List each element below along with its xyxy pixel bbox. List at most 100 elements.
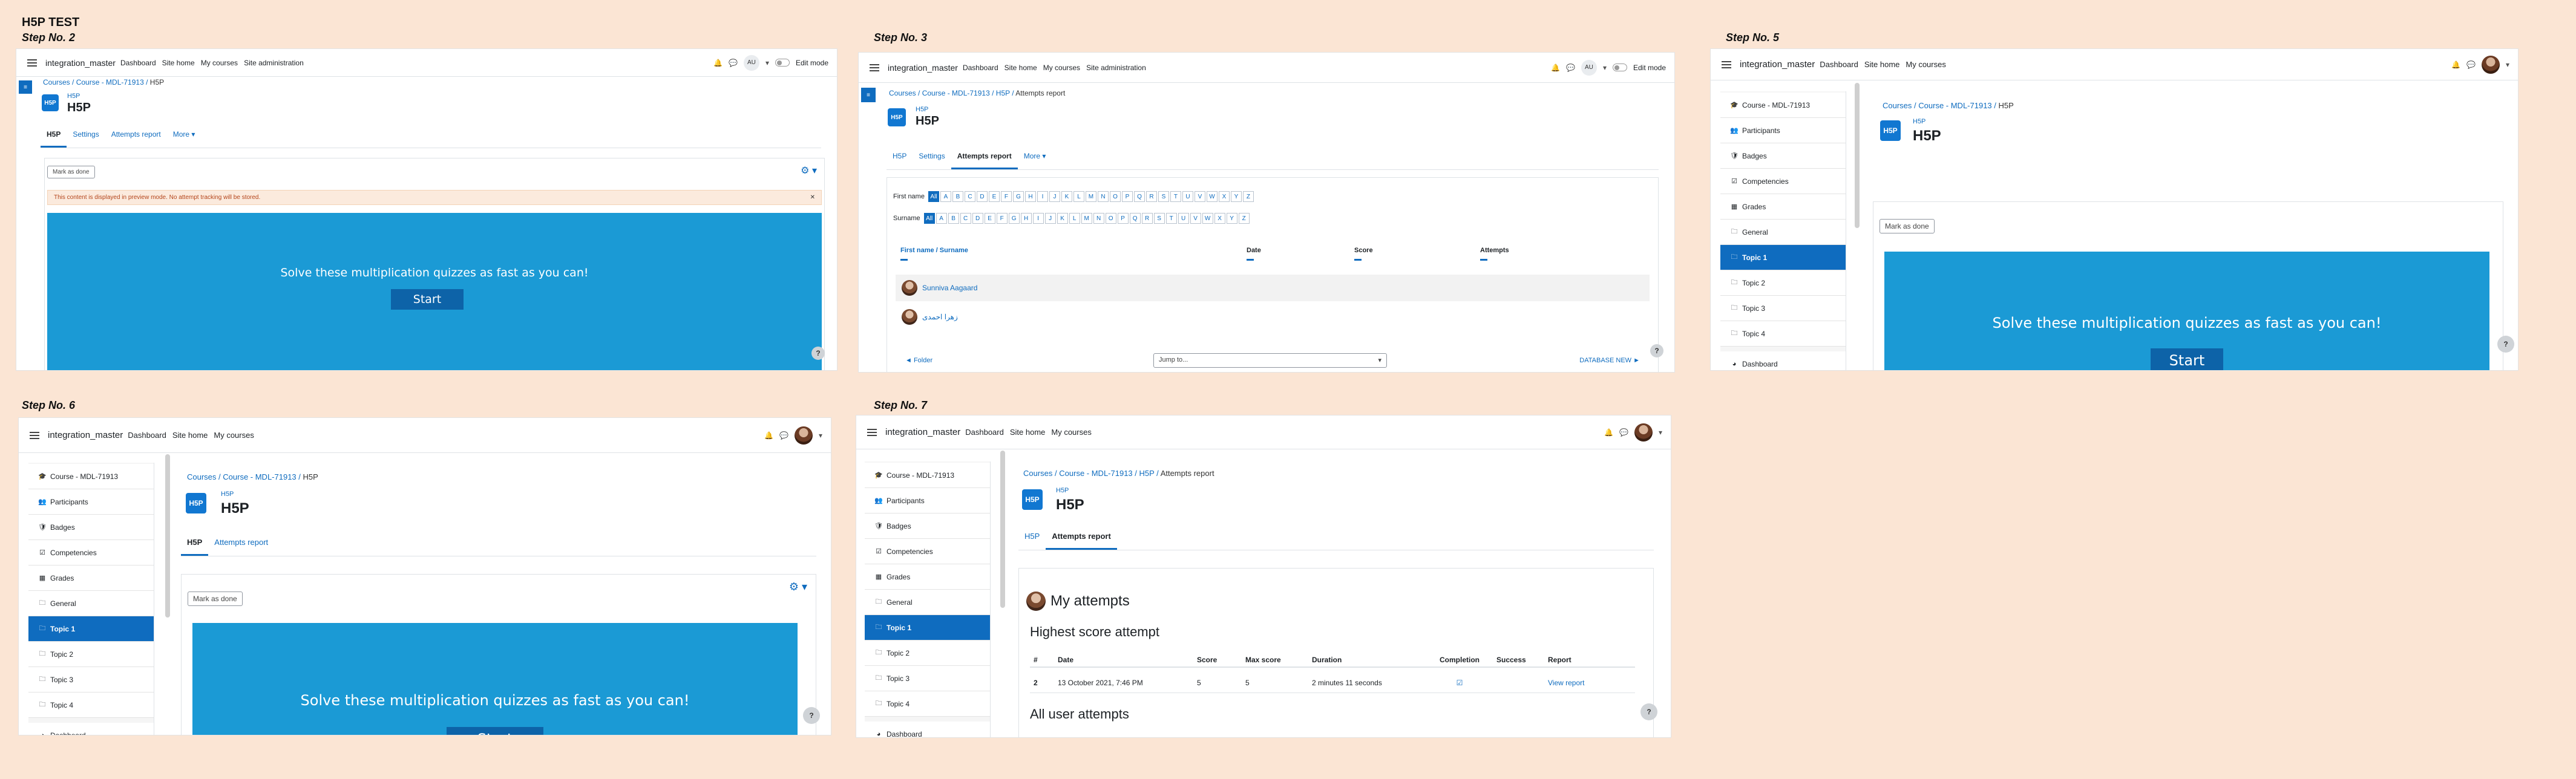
nav-site-home[interactable]: Site home [1005,64,1037,72]
crumb-courses[interactable]: Courses [1883,101,1912,110]
chevron-down-icon[interactable]: ▾ [1603,64,1607,72]
user-name[interactable]: Sunniva Aagaard [922,284,977,292]
surname-letter-g[interactable]: G [1008,213,1020,224]
avatar[interactable] [1634,423,1653,442]
sidebar-item-dashboard[interactable]: ◕ Dashboard [28,723,154,735]
menu-icon[interactable] [27,59,37,67]
nav-dashboard[interactable]: Dashboard [128,431,166,440]
help-button[interactable]: ? [1640,703,1657,720]
menu-icon[interactable] [867,428,877,436]
sidebar-item-participants[interactable]: 👥 Participants [865,488,990,513]
firstname-letter-l[interactable]: L [1073,191,1084,202]
sidebar-item-topic-3[interactable]: 🗀 Topic 3 [865,666,990,691]
mark-as-done-button[interactable]: Mark as done [188,592,243,606]
chevron-down-icon[interactable]: ▾ [765,59,769,67]
firstname-letter-v[interactable]: V [1194,191,1205,202]
scrollbar[interactable] [1000,451,1005,608]
nav-my-courses[interactable]: My courses [1051,428,1091,437]
firstname-letter-m[interactable]: M [1085,191,1096,202]
brand[interactable]: integration_master [1740,59,1815,70]
surname-letter-b[interactable]: B [948,213,959,224]
crumb-course[interactable]: Course - MDL-71913 [76,78,144,86]
edit-mode-toggle[interactable] [775,59,790,67]
crumb-courses[interactable]: Courses [1023,469,1052,478]
col-name[interactable]: First name / Surname [900,247,968,254]
mark-as-done-button[interactable]: Mark as done [1880,219,1935,233]
avatar[interactable]: AU [1581,59,1597,76]
sidebar-item-competencies[interactable]: ☑ Competencies [865,539,990,564]
tab-more[interactable]: More ▾ [167,123,202,148]
nav-dashboard[interactable]: Dashboard [965,428,1004,437]
sidebar-item-grades[interactable]: ▦ Grades [1720,194,1846,220]
avatar[interactable]: AU [743,54,759,71]
close-icon[interactable]: ✕ [810,194,815,201]
nav-site-admin[interactable]: Site administration [244,59,304,67]
firstname-letter-a[interactable]: A [940,191,951,202]
firstname-letter-p[interactable]: P [1121,191,1133,202]
surname-letter-i[interactable]: I [1032,213,1044,224]
firstname-letter-f[interactable]: F [1000,191,1012,202]
chevron-down-icon[interactable]: ▾ [2506,60,2509,69]
h5p-content[interactable]: Solve these multiplication quizzes as fa… [47,213,822,370]
next-activity-link[interactable]: DATABASE NEW ► [1579,357,1640,364]
brand[interactable]: integration_master [888,63,958,73]
col-date[interactable]: Date [1247,247,1261,254]
sidebar-item-topic-2[interactable]: 🗀 Topic 2 [28,642,154,667]
sidebar-item-topic-3[interactable]: 🗀 Topic 3 [1720,296,1846,321]
chat-icon[interactable]: 💬 [779,431,788,440]
help-button[interactable]: ? [811,347,825,360]
scrollbar[interactable] [165,454,170,618]
sidebar-item-badges[interactable]: 🛡 Badges [28,515,154,540]
firstname-letter-c[interactable]: C [964,191,975,202]
chevron-down-icon[interactable]: ▾ [1659,428,1662,437]
bell-icon[interactable]: 🔔 [713,59,723,67]
firstname-letter-y[interactable]: Y [1230,191,1242,202]
tab-h5p[interactable]: H5P [41,123,67,148]
tab-h5p[interactable]: H5P [887,145,913,169]
firstname-letter-b[interactable]: B [952,191,963,202]
surname-letter-m[interactable]: M [1081,213,1092,224]
chat-icon[interactable]: 💬 [1619,428,1628,437]
firstname-letter-x[interactable]: X [1218,191,1230,202]
help-button[interactable]: ? [1650,344,1663,357]
tab-attempts[interactable]: Attempts report [951,145,1018,169]
h5p-content[interactable]: Solve these multiplication quizzes as fa… [192,623,798,735]
nav-dashboard[interactable]: Dashboard [963,64,998,72]
edit-mode-toggle[interactable] [1612,64,1627,71]
menu-icon[interactable] [30,431,39,439]
sidebar-item-competencies[interactable]: ☑ Competencies [28,540,154,566]
firstname-letter-d[interactable]: D [976,191,988,202]
crumb-h5p[interactable]: H5P [996,89,1010,97]
nav-my-courses[interactable]: My courses [214,431,254,440]
surname-letter-y[interactable]: Y [1226,213,1237,224]
start-button[interactable]: Start [2151,348,2223,370]
chat-icon[interactable]: 💬 [2466,60,2476,69]
tab-h5p[interactable]: H5P [181,530,209,556]
avatar[interactable] [2481,55,2500,74]
sidebar-item-topic-3[interactable]: 🗀 Topic 3 [28,667,154,693]
gear-icon[interactable]: ⚙ ▾ [789,581,807,593]
drawer-toggle[interactable]: ≡ [19,80,32,94]
surname-letter-c[interactable]: C [960,213,971,224]
sidebar-item-dashboard[interactable]: ◕ Dashboard [865,722,990,737]
nav-site-home[interactable]: Site home [172,431,208,440]
brand[interactable]: integration_master [885,427,960,437]
menu-icon[interactable] [1722,60,1731,68]
firstname-letter-e[interactable]: E [988,191,1000,202]
sidebar-item-general[interactable]: 🗀 General [865,590,990,615]
crumb-course[interactable]: Course - MDL-71913 [223,472,296,481]
tab-attempts[interactable]: Attempts report [105,123,167,148]
sidebar-item-topic-2[interactable]: 🗀 Topic 2 [1720,270,1846,296]
jump-to-select[interactable]: Jump to... ▾ [1153,353,1387,368]
sidebar-item-badges[interactable]: 🛡 Badges [1720,143,1846,169]
crumb-courses[interactable]: Courses [43,78,70,86]
crumb-course[interactable]: Course - MDL-71913 [922,89,990,97]
firstname-letter-j[interactable]: J [1049,191,1060,202]
sidebar-item-course-mdl-71913[interactable]: 🎓 Course - MDL-71913 [865,463,990,488]
brand[interactable]: integration_master [48,430,123,440]
mark-as-done-button[interactable]: Mark as done [47,166,95,178]
sidebar-item-topic-4[interactable]: 🗀 Topic 4 [865,691,990,717]
firstname-letter-u[interactable]: U [1182,191,1193,202]
avatar[interactable] [794,426,813,445]
firstname-letter-s[interactable]: S [1158,191,1169,202]
